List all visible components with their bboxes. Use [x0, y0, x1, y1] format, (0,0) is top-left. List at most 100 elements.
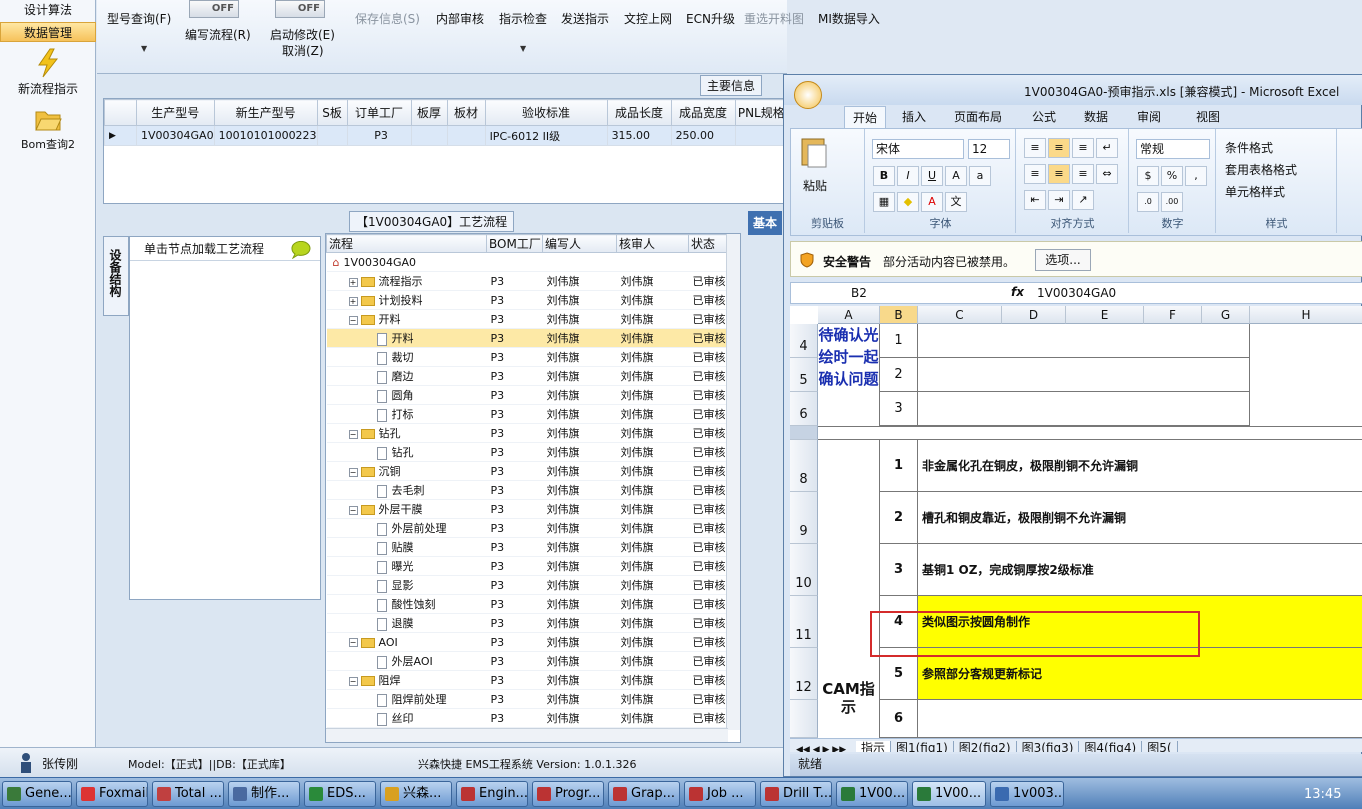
align-center-icon[interactable]: ≡ — [1048, 164, 1070, 184]
expand-toggle-icon[interactable]: − — [348, 638, 358, 647]
tree-node[interactable]: 曝光 — [326, 556, 487, 576]
expand-toggle-icon[interactable]: − — [348, 315, 358, 325]
tree-cell-writer[interactable]: 刘伟旗 — [542, 708, 617, 728]
tree-cell-status[interactable]: 已审核 — [688, 537, 727, 557]
basic-tab[interactable]: 基本 — [748, 211, 782, 235]
tree-cell-writer[interactable]: 刘伟旗 — [542, 366, 617, 386]
col-header-b[interactable]: B — [880, 306, 918, 324]
underline-icon[interactable]: U — [921, 166, 943, 186]
tree-row[interactable]: 裁切 P3 刘伟旗 刘伟旗 已审核 — [326, 347, 727, 367]
align-top-icon[interactable]: ≡ — [1024, 138, 1046, 158]
col-header[interactable]: 成品长度 — [606, 99, 672, 126]
table-cell[interactable]: 10010101000223 — [213, 125, 318, 146]
tree-cell-status[interactable]: 已审核 — [688, 518, 727, 538]
col-header[interactable]: 流程 — [326, 234, 487, 253]
decrease-decimal-icon[interactable]: .00 — [1161, 192, 1183, 212]
tree-cell-writer[interactable]: 刘伟旗 — [542, 537, 617, 557]
tree-cell-status[interactable]: 已审核 — [688, 385, 727, 405]
tree-cell-reviewer[interactable]: 刘伟旗 — [616, 309, 689, 329]
tree-cell-reviewer[interactable]: 刘伟旗 — [616, 575, 689, 595]
tree-cell-reviewer[interactable]: 刘伟旗 — [616, 480, 689, 500]
tree-cell-reviewer[interactable]: 刘伟旗 — [616, 271, 689, 291]
tree-cell-factory[interactable]: P3 — [486, 423, 543, 443]
align-middle-icon[interactable]: ≡ — [1048, 138, 1070, 158]
tree-cell-status[interactable]: 已审核 — [688, 347, 727, 367]
office-button[interactable] — [794, 81, 822, 109]
chevron-down-icon[interactable]: ▼ — [520, 44, 526, 53]
col-header-e[interactable]: E — [1066, 306, 1144, 324]
tree-node[interactable]: + 流程指示 — [326, 271, 487, 291]
cell-c[interactable] — [918, 324, 1250, 358]
tree-cell-factory[interactable]: P3 — [486, 499, 543, 519]
tree-row[interactable]: − AOI P3 刘伟旗 刘伟旗 已审核 — [326, 632, 727, 652]
align-bottom-icon[interactable]: ≡ — [1072, 138, 1094, 158]
sheet-tab[interactable]: 指示 — [855, 741, 891, 752]
speech-bubble-icon[interactable] — [290, 241, 312, 259]
internal-review-button[interactable]: 内部审核 — [436, 10, 484, 27]
tree-cell-writer[interactable]: 刘伟旗 — [542, 328, 617, 348]
table-cell[interactable]: 315.00 — [606, 125, 672, 146]
col-header[interactable]: 板厚 — [410, 99, 448, 126]
tree-cell-writer[interactable]: 刘伟旗 — [542, 556, 617, 576]
tree-cell-status[interactable]: 已审核 — [688, 689, 727, 709]
tree-node[interactable]: 酸性蚀刻 — [326, 594, 487, 614]
tree-cell-factory[interactable]: P3 — [486, 594, 543, 614]
row-header[interactable]: 12 — [790, 648, 818, 700]
tree-cell-status[interactable]: 已审核 — [688, 651, 727, 671]
row-header[interactable]: 4 — [790, 324, 818, 358]
tree-cell-reviewer[interactable]: 刘伟旗 — [616, 708, 689, 728]
taskbar-item[interactable]: 兴森... — [380, 781, 452, 807]
fill-color-icon[interactable]: ◆ — [897, 192, 919, 212]
taskbar-item[interactable]: 1V00... — [836, 781, 908, 807]
tree-cell-reviewer[interactable]: 刘伟旗 — [616, 366, 689, 386]
expand-toggle-icon[interactable]: + — [348, 277, 358, 287]
tree-row[interactable]: 阻焊前处理 P3 刘伟旗 刘伟旗 已审核 — [326, 689, 727, 709]
tree-cell-status[interactable]: 已审核 — [688, 594, 727, 614]
col-header[interactable]: 核审人 — [616, 234, 689, 253]
save-info-button[interactable]: 保存信息(S) — [355, 10, 420, 27]
increase-decimal-icon[interactable]: .0 — [1137, 192, 1159, 212]
conditional-format-button[interactable]: 条件格式 — [1225, 139, 1273, 156]
formula-input[interactable]: 1V00304GA0 — [1037, 286, 1116, 300]
paste-button[interactable]: 粘贴 — [803, 177, 827, 194]
chevron-down-icon[interactable]: ▼ — [141, 44, 147, 53]
nav-bom-query[interactable]: Bom查询2 — [0, 104, 96, 152]
tree-cell-reviewer[interactable]: 刘伟旗 — [616, 328, 689, 348]
ribbon-tab[interactable]: 审阅 — [1137, 108, 1161, 125]
row-header[interactable] — [790, 700, 818, 738]
tree-cell-writer[interactable]: 刘伟旗 — [542, 480, 617, 500]
tree-cell-writer[interactable]: 刘伟旗 — [542, 404, 617, 424]
row-header[interactable]: 11 — [790, 596, 818, 648]
tree-cell-writer[interactable]: 刘伟旗 — [542, 499, 617, 519]
tree-row[interactable]: 磨边 P3 刘伟旗 刘伟旗 已审核 — [326, 366, 727, 386]
expand-toggle-icon[interactable]: − — [348, 676, 358, 686]
tree-cell-factory[interactable]: P3 — [486, 309, 543, 329]
tree-cell-status[interactable] — [688, 252, 727, 272]
tree-cell-factory[interactable]: P3 — [486, 347, 543, 367]
tree-node[interactable]: − 沉铜 — [326, 461, 487, 481]
indent-decrease-icon[interactable]: ⇤ — [1024, 190, 1046, 210]
cell-c[interactable] — [918, 392, 1250, 426]
tree-row[interactable]: 丝印 P3 刘伟旗 刘伟旗 已审核 — [326, 708, 727, 728]
ribbon-tab[interactable]: 视图 — [1196, 108, 1220, 125]
tree-cell-writer[interactable]: 刘伟旗 — [542, 423, 617, 443]
tree-cell-factory[interactable]: P3 — [486, 461, 543, 481]
sheet-tab[interactable]: 图4(fig4) — [1079, 741, 1143, 752]
col-header[interactable]: 编写人 — [542, 234, 617, 253]
row-header[interactable]: 9 — [790, 492, 818, 544]
indent-increase-icon[interactable]: ⇥ — [1048, 190, 1070, 210]
cell-b[interactable]: 1 — [880, 324, 918, 358]
tree-cell-reviewer[interactable]: 刘伟旗 — [616, 613, 689, 633]
col-header-c[interactable]: C — [918, 306, 1002, 324]
row-header[interactable]: 8 — [790, 440, 818, 492]
sheet-tab[interactable]: 图2(fig2) — [953, 741, 1017, 752]
tree-node[interactable]: 钻孔 — [326, 442, 487, 462]
tree-row[interactable]: 曝光 P3 刘伟旗 刘伟旗 已审核 — [326, 556, 727, 576]
tree-cell-reviewer[interactable]: 刘伟旗 — [616, 670, 689, 690]
item-number-cell[interactable]: 6 — [880, 700, 918, 738]
tree-cell-factory[interactable]: P3 — [486, 271, 543, 291]
tree-row[interactable]: 去毛刺 P3 刘伟旗 刘伟旗 已审核 — [326, 480, 727, 500]
tree-cell-status[interactable]: 已审核 — [688, 670, 727, 690]
tree-cell-factory[interactable]: P3 — [486, 632, 543, 652]
tree-row[interactable]: 酸性蚀刻 P3 刘伟旗 刘伟旗 已审核 — [326, 594, 727, 614]
